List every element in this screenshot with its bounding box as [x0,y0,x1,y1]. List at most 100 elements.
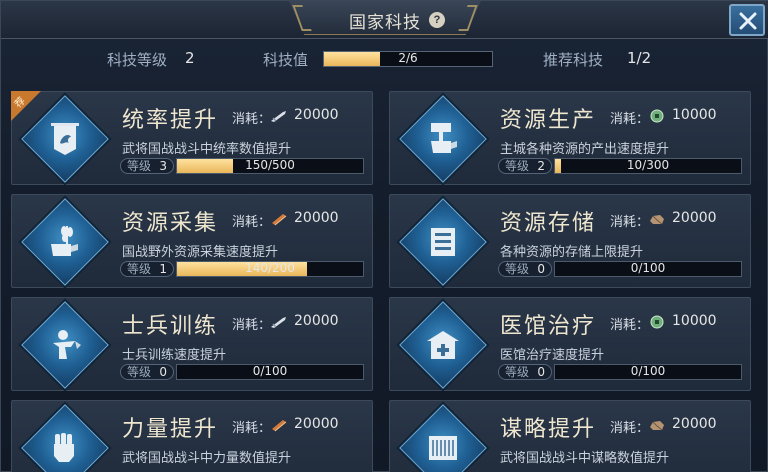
level-value: 0 [159,365,167,379]
tech-description: 主城各种资源的产出速度提升 [500,142,670,157]
tech-card[interactable]: 士兵训练 消耗： 20000 士兵训练速度提升等级 0 0/100 [11,297,373,391]
progress-text: 10/300 [626,158,670,172]
close-icon [739,12,757,30]
cost-value: 20000 [672,416,717,432]
level-badge: 等级 1 [120,261,174,277]
cost-label: 消耗： [610,215,650,230]
tech-points-text: 2/6 [398,51,418,65]
progress-bar: 140/200 [176,261,364,277]
tech-points-bar: 2/6 [323,51,493,67]
level-label: 等级 [127,262,152,276]
progress-text: 0/100 [252,364,288,378]
tech-description: 武将国战战斗中谋略数值提升 [500,451,670,466]
progress-text: 0/100 [630,261,666,275]
storage-box-icon [423,222,463,266]
scroll-icon [423,428,463,472]
tech-description: 武将国战战斗中统率数值提升 [122,142,292,157]
progress-text: 150/500 [245,158,295,172]
tech-window: 国家科技 ? 科技等级 2 科技值 2/6 推荐科技 1/2 统率提升 消耗： 20… [0,0,768,472]
progress-bar: 0/100 [554,261,742,277]
progress-text: 0/100 [630,364,666,378]
window-title: 国家科技 [349,13,421,33]
help-icon[interactable]: ? [429,12,445,28]
tech-name: 统率提升 [122,108,219,133]
cost-value: 10000 [672,313,717,329]
progress-bar: 10/300 [554,158,742,174]
tech-icon-frame [21,198,109,286]
tech-card[interactable]: 谋略提升 消耗： 20000 武将国战战斗中谋略数值提升 [389,400,751,472]
cost-label: 消耗： [232,112,272,127]
tech-description: 各种资源的存储上限提升 [500,245,644,260]
tech-icon-frame [21,404,109,472]
tech-card[interactable]: 医馆治疗 消耗： 10000 医馆治疗速度提升 等级 0 0/100 [389,297,751,391]
progress-bar: 150/500 [176,158,364,174]
tech-icon-frame [399,95,487,183]
tech-description: 医馆治疗速度提升 [500,348,605,363]
level-label: 等级 [505,262,530,276]
tech-card[interactable]: 资源生产 消耗： 10000 主城各种资源的产出速度提升 等级 2 10/300 [389,91,751,185]
progress-text: 140/200 [245,261,295,275]
level-badge: 等级 2 [498,158,552,174]
fist-icon [45,428,85,472]
recommend-value: 1/2 [627,49,652,67]
level-label: 等级 [505,365,530,379]
level-badge: 等级 0 [120,364,174,380]
wood-icon [270,417,288,432]
level-label: 等级 [505,159,530,173]
close-button[interactable] [729,4,765,36]
cost-value: 10000 [672,107,717,123]
level-value: 0 [537,262,545,276]
sword-icon [270,314,288,328]
tech-name: 资源采集 [122,211,219,236]
tech-description: 国战野外资源采集速度提升 [122,245,279,260]
coin-icon [648,314,666,329]
level-value: 2 [537,159,545,173]
cost-value: 20000 [294,416,339,432]
tech-description: 士兵训练速度提升 [122,348,227,363]
tech-level-value: 2 [185,49,195,67]
level-badge: 等级 0 [498,261,552,277]
soldier-icon [45,325,85,369]
coin-icon [648,108,666,123]
recommend-label: 推荐科技 [543,51,604,69]
level-value: 3 [159,159,167,173]
tech-points-label: 科技值 [263,51,309,69]
cost-label: 消耗： [610,421,650,436]
cost-label: 消耗： [232,215,272,230]
wheat-hand-icon [45,222,85,266]
banner-icon [45,119,85,163]
cost-label: 消耗： [232,318,272,333]
level-label: 等级 [127,159,152,173]
hammer-hand-icon [423,119,463,163]
tech-icon-frame [21,301,109,389]
stats-bar: 科技等级 2 科技值 2/6 推荐科技 1/2 [1,43,768,75]
tech-icon-frame [399,301,487,389]
level-badge: 等级 3 [120,158,174,174]
level-value: 1 [159,262,167,276]
tech-description: 武将国战战斗中力量数值提升 [122,451,292,466]
tech-icon-frame [399,404,487,472]
wood-icon [270,211,288,226]
hospital-icon [423,325,463,369]
tech-card[interactable]: 资源存储 消耗： 20000 各种资源的存储上限提升 等级 0 0/100 [389,194,751,288]
tech-name: 力量提升 [122,417,219,442]
title-bar: 国家科技 ? [1,1,768,39]
level-label: 等级 [127,365,152,379]
stone-icon [648,417,666,431]
cost-value: 20000 [294,210,339,226]
tech-name: 谋略提升 [500,417,597,442]
progress-bar: 0/100 [554,364,742,380]
tech-card[interactable]: 力量提升 消耗： 20000 武将国战战斗中力量数值提升 [11,400,373,472]
cost-label: 消耗： [232,421,272,436]
cost-value: 20000 [294,313,339,329]
tech-card[interactable]: 统率提升 消耗： 20000 武将国战战斗中统率数值提升 等级 3 150/500 [11,91,373,185]
progress-bar: 0/100 [176,364,364,380]
sword-icon [270,108,288,122]
tech-icon-frame [399,198,487,286]
tech-name: 资源存储 [500,211,597,236]
tech-level-label: 科技等级 [107,51,168,69]
level-value: 0 [537,365,545,379]
tech-name: 士兵训练 [122,314,219,339]
tech-name: 资源生产 [500,108,597,133]
tech-card[interactable]: 资源采集 消耗： 20000 国战野外资源采集速度提升等级 1 140/200 [11,194,373,288]
